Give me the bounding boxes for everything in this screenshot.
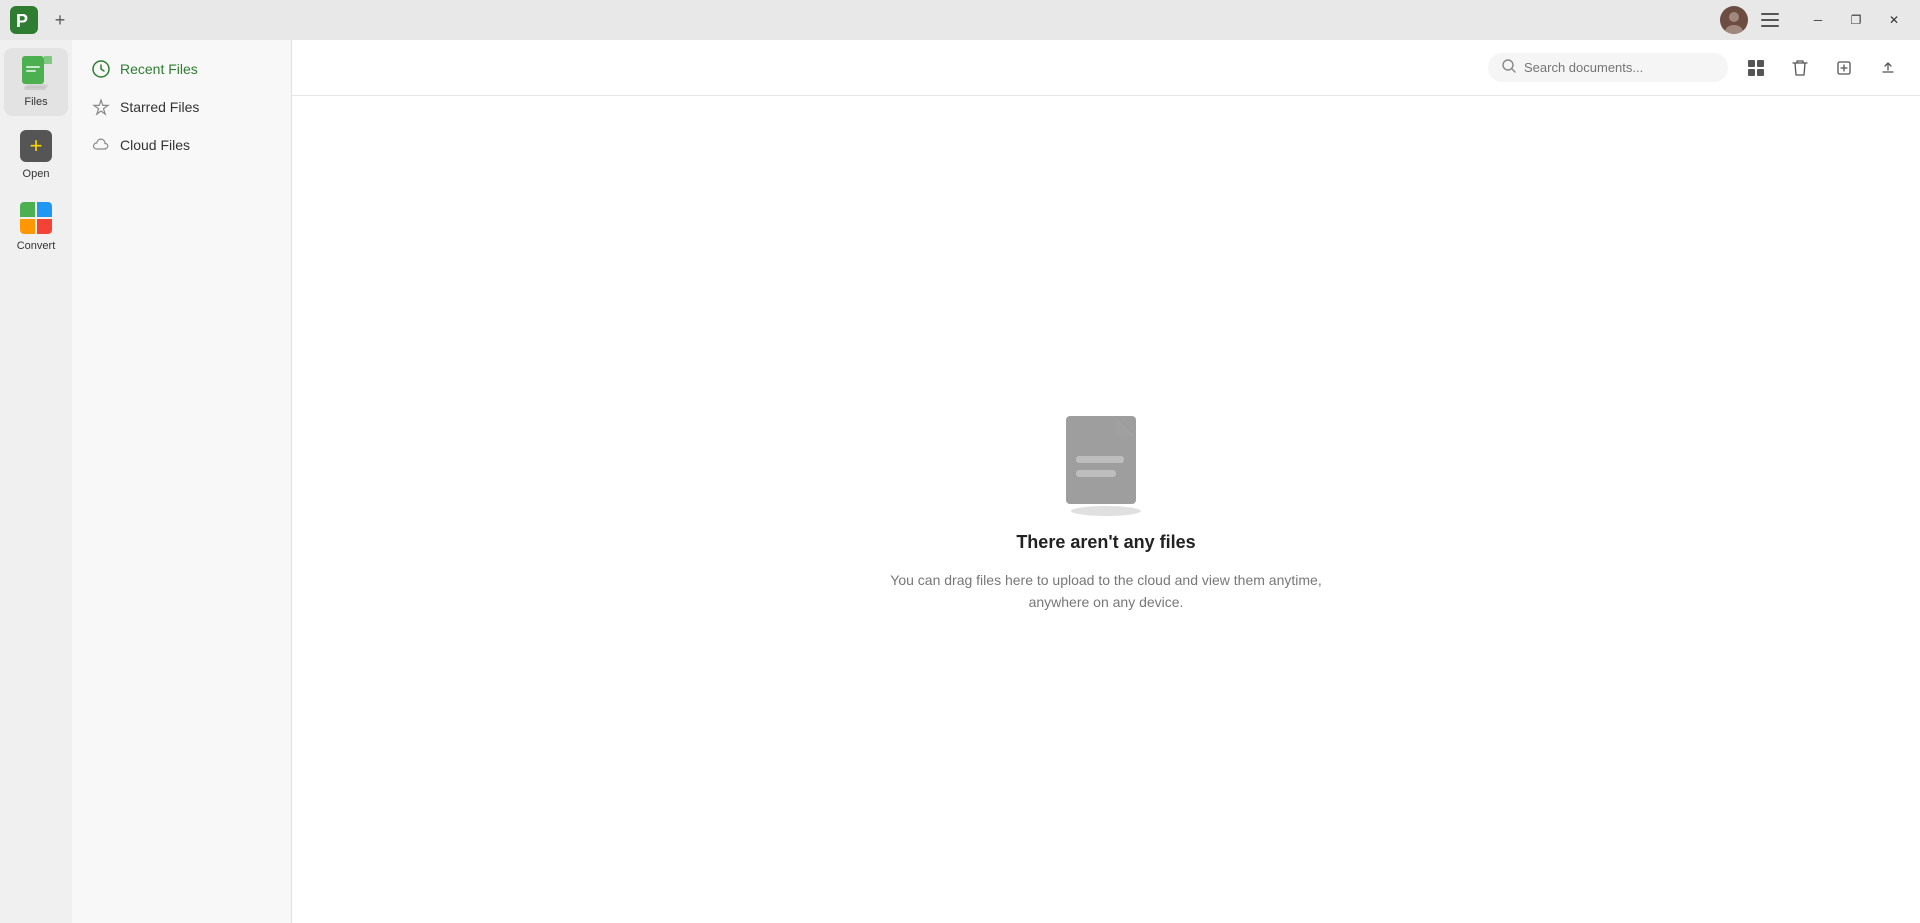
grid-view-button[interactable] xyxy=(1740,52,1772,84)
open-label: Open xyxy=(23,168,50,180)
cloud-icon xyxy=(92,136,110,154)
files-label: Files xyxy=(24,96,47,108)
save-button[interactable] xyxy=(1828,52,1860,84)
svg-text:P: P xyxy=(16,11,28,31)
empty-state: There aren't any files You can drag file… xyxy=(292,96,1920,923)
title-bar-right: ─ ❐ ✕ xyxy=(1720,6,1912,34)
nav-sidebar: Recent Files Starred Files Cloud Files xyxy=(72,40,292,923)
app-logo: P xyxy=(8,4,40,36)
nav-item-starred[interactable]: Starred Files xyxy=(80,90,283,124)
toolbar xyxy=(292,40,1920,96)
title-bar: P + ─ ❐ ✕ xyxy=(0,0,1920,40)
trash-button[interactable] xyxy=(1784,52,1816,84)
sidebar-item-files[interactable]: Files xyxy=(4,48,68,116)
recent-files-label: Recent Files xyxy=(120,61,198,77)
clock-icon xyxy=(92,60,110,78)
nav-item-cloud[interactable]: Cloud Files xyxy=(80,128,283,162)
upload-button[interactable] xyxy=(1872,52,1904,84)
empty-file-illustration xyxy=(1056,406,1156,516)
add-tab-button[interactable]: + xyxy=(48,8,72,32)
hamburger-button[interactable] xyxy=(1752,6,1788,34)
open-icon xyxy=(18,128,54,164)
icon-sidebar: Files Open Convert xyxy=(0,40,72,923)
restore-button[interactable]: ❐ xyxy=(1838,6,1874,34)
main-content: There aren't any files You can drag file… xyxy=(292,40,1920,923)
window-controls: ─ ❐ ✕ xyxy=(1800,6,1912,34)
files-icon xyxy=(18,56,54,92)
convert-label: Convert xyxy=(17,240,56,252)
nav-item-recent[interactable]: Recent Files xyxy=(80,52,283,86)
minimize-button[interactable]: ─ xyxy=(1800,6,1836,34)
avatar[interactable] xyxy=(1720,6,1748,34)
search-icon xyxy=(1502,59,1516,76)
empty-state-title: There aren't any files xyxy=(1016,532,1195,553)
search-input[interactable] xyxy=(1524,60,1714,75)
empty-state-subtitle: You can drag files here to upload to the… xyxy=(866,569,1346,614)
sidebar-item-open[interactable]: Open xyxy=(4,120,68,188)
close-button[interactable]: ✕ xyxy=(1876,6,1912,34)
search-bar[interactable] xyxy=(1488,53,1728,82)
sidebar-item-convert[interactable]: Convert xyxy=(4,192,68,260)
convert-icon xyxy=(18,200,54,236)
starred-files-label: Starred Files xyxy=(120,99,199,115)
star-icon xyxy=(92,98,110,116)
app-body: Files Open Convert xyxy=(0,40,1920,923)
cloud-files-label: Cloud Files xyxy=(120,137,190,153)
title-bar-left: P + xyxy=(8,4,72,36)
